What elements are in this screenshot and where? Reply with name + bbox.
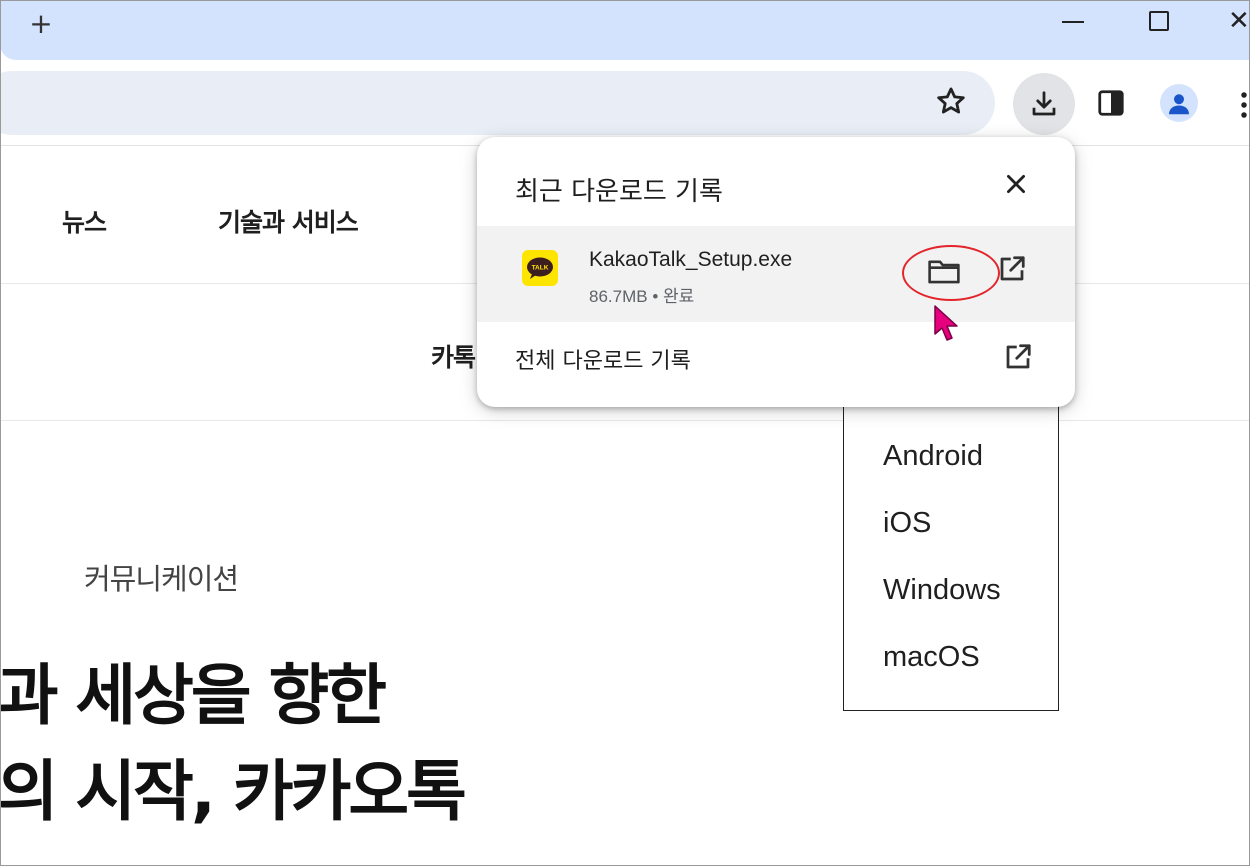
download-button[interactable] (1013, 73, 1075, 135)
bubble-title: 최근 다운로드 기록 (515, 177, 723, 207)
nav-item-tech-services[interactable]: 기술과 서비스 (218, 203, 359, 239)
subnav-item-kakaotalk[interactable]: 카톡 (431, 338, 476, 374)
title-bar: + ✕ (0, 0, 1250, 60)
headline-line: 람과 세상을 향한 (0, 657, 387, 734)
os-option-android[interactable]: Android (883, 440, 983, 473)
download-item[interactable]: TALK KakaoTalk_Setup.exe 86.7MB • 완료 (477, 226, 1075, 322)
category-label: 커뮤니케이션 (84, 562, 239, 596)
star-icon[interactable] (934, 84, 968, 118)
status-separator: • (652, 287, 659, 306)
address-bar[interactable] (0, 71, 995, 135)
os-option-windows[interactable]: Windows (883, 574, 1001, 607)
minimize-icon[interactable] (1062, 21, 1084, 23)
file-name: KakaoTalk_Setup.exe (589, 248, 793, 271)
profile-avatar-icon[interactable] (1160, 84, 1198, 122)
close-window-button[interactable]: ✕ (1228, 6, 1250, 36)
open-in-new-icon[interactable] (1003, 342, 1033, 372)
close-icon[interactable] (1003, 171, 1029, 197)
os-option-macos[interactable]: macOS (883, 641, 980, 674)
headline-line: 결의 시작, 카카오톡 (0, 753, 467, 830)
hero-headline: 람과 세상을 향한 결의 시작, 카카오톡 (0, 648, 467, 840)
status-text: 완료 (663, 287, 695, 306)
side-panel-icon[interactable] (1096, 88, 1126, 118)
more-vert-icon[interactable] (1238, 90, 1250, 120)
new-tab-button[interactable]: + (24, 6, 58, 40)
file-size: 86.7MB (589, 287, 648, 306)
browser-toolbar (0, 60, 1250, 146)
tab-strip (0, 0, 1250, 60)
download-bubble: 최근 다운로드 기록 TALK KakaoTalk_Setup.exe 86.7… (477, 137, 1075, 407)
os-dropdown-menu: Android iOS Windows macOS (843, 393, 1059, 711)
download-icon (1032, 91, 1056, 116)
all-downloads-link[interactable]: 전체 다운로드 기록 (515, 343, 691, 375)
folder-icon[interactable] (927, 256, 961, 286)
os-option-ios[interactable]: iOS (883, 507, 931, 540)
open-in-new-icon[interactable] (997, 254, 1027, 284)
nav-item-news[interactable]: 뉴스 (62, 203, 107, 239)
talk-logo-text: TALK (532, 265, 549, 272)
kakaotalk-app-icon: TALK (522, 250, 558, 286)
mouse-cursor-icon (934, 305, 958, 341)
maximize-icon[interactable] (1149, 11, 1169, 31)
person-icon (1169, 94, 1189, 115)
file-status: 86.7MB • 완료 (589, 282, 694, 307)
